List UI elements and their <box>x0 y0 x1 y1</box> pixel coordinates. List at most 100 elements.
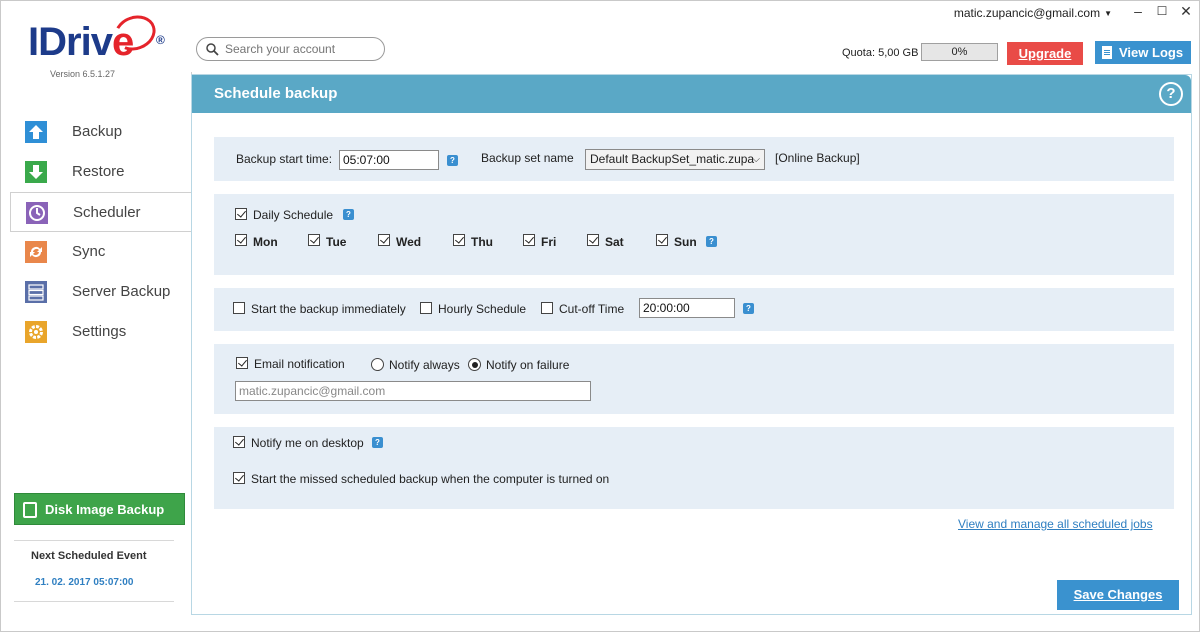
cutoff-time-label: Cut-off Time <box>559 302 625 316</box>
notify-desktop-checkbox[interactable] <box>233 436 245 448</box>
logo-text-drive: Driv <box>38 20 113 64</box>
day-thu-checkbox[interactable] <box>453 234 465 246</box>
view-logs-label: View Logs <box>1119 45 1184 60</box>
backup-set-value: Default BackupSet_matic.zupa <box>590 152 755 166</box>
disk-image-backup-button[interactable]: Disk Image Backup <box>14 493 185 525</box>
next-event-date: 21. 02. 2017 05:07:00 <box>35 577 134 588</box>
daily-schedule-section: Daily Schedule ? Mon Tue Wed Thu Fri Sat… <box>214 194 1174 275</box>
settings-gear-icon <box>25 321 47 343</box>
disk-image-backup-label: Disk Image Backup <box>45 502 165 517</box>
registered-mark: ® <box>156 33 165 47</box>
day-sat-checkbox[interactable] <box>587 234 599 246</box>
next-scheduled-event: Next Scheduled Event 21. 02. 2017 05:07:… <box>14 540 174 602</box>
user-account-menu[interactable]: matic.zupancic@gmail.com ▼ <box>954 6 1112 20</box>
quota-progress-bar: 0% <box>921 43 998 61</box>
maximize-button[interactable]: ☐ <box>1152 4 1172 18</box>
document-icon <box>1102 46 1112 59</box>
minimize-button[interactable]: – <box>1128 3 1148 19</box>
help-icon[interactable]: ? <box>706 236 717 247</box>
day-mon-label: Mon <box>253 235 278 249</box>
schedule-backup-panel: Schedule backup ? Backup start time: ? B… <box>191 74 1192 615</box>
cutoff-time-checkbox[interactable] <box>541 302 553 314</box>
search-box[interactable] <box>196 37 385 61</box>
help-icon[interactable]: ? <box>447 155 458 166</box>
hard-drive-icon <box>23 502 37 518</box>
page-title: Schedule backup <box>214 85 338 102</box>
manage-scheduled-jobs-link[interactable]: View and manage all scheduled jobs <box>958 517 1153 531</box>
daily-schedule-checkbox[interactable] <box>235 208 247 220</box>
start-time-label: Backup start time: <box>236 152 333 166</box>
sidebar-item-label: Restore <box>72 163 125 180</box>
day-fri-label: Fri <box>541 235 557 249</box>
day-sun-label: Sun <box>674 235 697 249</box>
upgrade-button[interactable]: Upgrade <box>1007 42 1083 65</box>
backup-set-label: Backup set name <box>481 151 574 165</box>
sync-icon <box>25 241 47 263</box>
next-event-title: Next Scheduled Event <box>31 550 147 562</box>
email-notification-checkbox[interactable] <box>236 357 248 369</box>
backup-options-section: Start the backup immediately Hourly Sche… <box>214 288 1174 331</box>
day-sat-label: Sat <box>605 235 624 249</box>
notify-desktop-label: Notify me on desktop <box>251 436 364 450</box>
start-immediately-label: Start the backup immediately <box>251 302 406 316</box>
day-tue-label: Tue <box>326 235 347 249</box>
sidebar-item-restore[interactable]: Restore <box>10 152 192 192</box>
day-sun-checkbox[interactable] <box>656 234 668 246</box>
notify-on-failure-label: Notify on failure <box>486 358 570 372</box>
chevron-down-icon: ▼ <box>1104 9 1112 19</box>
day-wed-label: Wed <box>396 235 422 249</box>
scheduler-clock-icon <box>26 202 48 224</box>
notify-always-label: Notify always <box>389 358 460 372</box>
daily-schedule-label: Daily Schedule <box>253 208 334 222</box>
sidebar-item-label: Server Backup <box>72 283 171 300</box>
close-button[interactable]: ✕ <box>1176 3 1196 20</box>
sidebar-item-label: Backup <box>72 123 123 140</box>
save-changes-label: Save Changes <box>1073 587 1163 602</box>
view-logs-button[interactable]: View Logs <box>1095 41 1191 64</box>
email-notification-label: Email notification <box>254 357 345 371</box>
missed-backup-label: Start the missed scheduled backup when t… <box>251 472 610 486</box>
version-label: Version 6.5.1.27 <box>50 69 116 79</box>
help-icon[interactable]: ? <box>343 209 354 220</box>
day-fri-checkbox[interactable] <box>523 234 535 246</box>
sidebar-item-label: Scheduler <box>73 204 141 221</box>
backup-arrow-up-icon <box>25 121 47 143</box>
day-wed-checkbox[interactable] <box>378 234 390 246</box>
day-thu-label: Thu <box>471 235 493 249</box>
chevron-down-icon: ⌵ <box>752 154 760 165</box>
email-notification-section: Email notification Notify always Notify … <box>214 344 1174 414</box>
start-immediately-checkbox[interactable] <box>233 302 245 314</box>
help-icon[interactable]: ? <box>372 437 383 448</box>
sidebar-item-settings[interactable]: Settings <box>10 312 192 352</box>
hourly-schedule-label: Hourly Schedule <box>438 302 527 316</box>
sidebar-item-server-backup[interactable]: Server Backup <box>10 272 192 312</box>
start-time-input[interactable] <box>339 150 439 170</box>
day-mon-checkbox[interactable] <box>235 234 247 246</box>
day-tue-checkbox[interactable] <box>308 234 320 246</box>
email-field[interactable] <box>235 381 591 401</box>
help-icon[interactable]: ? <box>743 303 754 314</box>
search-icon <box>206 43 219 56</box>
sidebar-item-backup[interactable]: Backup <box>10 112 192 152</box>
help-icon[interactable]: ? <box>1159 82 1183 106</box>
notify-on-failure-radio[interactable] <box>468 358 481 371</box>
cutoff-time-input[interactable] <box>639 298 735 318</box>
hourly-schedule-checkbox[interactable] <box>420 302 432 314</box>
save-changes-button[interactable]: Save Changes <box>1057 580 1179 610</box>
sidebar-item-label: Settings <box>72 323 127 340</box>
backup-type-label: [Online Backup] <box>775 151 860 165</box>
quota-label: Quota: 5,00 GB <box>842 47 919 59</box>
sidebar-item-sync[interactable]: Sync <box>10 232 192 272</box>
notify-always-radio[interactable] <box>371 358 384 371</box>
start-time-section: Backup start time: ? Backup set name Def… <box>214 137 1174 181</box>
sidebar-item-scheduler[interactable]: Scheduler <box>10 192 192 232</box>
desktop-notification-section: Notify me on desktop ? Start the missed … <box>214 427 1174 509</box>
backup-set-select[interactable]: Default BackupSet_matic.zupa ⌵ <box>585 149 765 170</box>
search-input[interactable] <box>225 41 375 57</box>
sidebar-item-label: Sync <box>72 243 106 260</box>
missed-backup-checkbox[interactable] <box>233 472 245 484</box>
panel-header: Schedule backup ? <box>192 75 1191 113</box>
server-icon <box>25 281 47 303</box>
restore-arrow-down-icon <box>25 161 47 183</box>
logo-letter-i: I <box>28 20 39 64</box>
